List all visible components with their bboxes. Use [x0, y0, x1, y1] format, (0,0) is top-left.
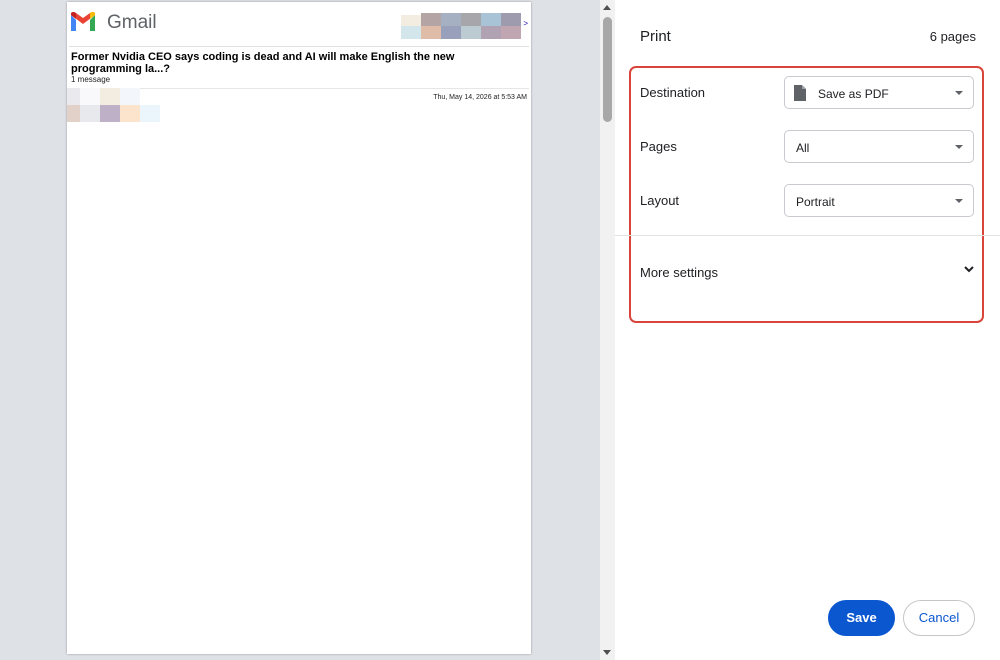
layout-select[interactable]: Portrait	[784, 184, 974, 217]
print-preview-area: Gmail > Former Nvidia CEO says coding is…	[0, 0, 600, 660]
settings-divider	[615, 235, 1000, 236]
scroll-thumb[interactable]	[603, 17, 612, 122]
header-arrow: >	[523, 19, 528, 28]
dropdown-caret-icon	[955, 91, 963, 95]
message-count: 1 message	[71, 75, 111, 84]
destination-label: Destination	[640, 85, 706, 100]
layout-value: Portrait	[796, 195, 835, 209]
cancel-button[interactable]: Cancel	[903, 600, 975, 636]
preview-page: Gmail > Former Nvidia CEO says coding is…	[67, 2, 531, 654]
gmail-logo-icon	[71, 12, 95, 31]
document-icon	[794, 85, 806, 101]
gmail-wordmark: Gmail	[107, 12, 157, 33]
dropdown-caret-icon	[955, 145, 963, 149]
page-count: 6 pages	[929, 29, 976, 44]
message-date: Thu, May 14, 2026 at 5:53 AM	[433, 94, 527, 101]
scroll-up-icon[interactable]	[603, 5, 611, 10]
destination-select[interactable]: Save as PDF	[784, 76, 974, 109]
preview-scrollbar[interactable]	[600, 0, 615, 660]
print-title: Print	[640, 28, 671, 45]
more-settings-toggle[interactable]: More settings	[640, 265, 718, 280]
header-divider	[69, 46, 529, 47]
scroll-down-icon[interactable]	[603, 650, 611, 655]
email-subject: Former Nvidia CEO says coding is dead an…	[71, 51, 455, 75]
chevron-down-icon[interactable]	[962, 262, 976, 276]
pages-label: Pages	[640, 139, 677, 154]
pages-select[interactable]: All	[784, 130, 974, 163]
print-settings-panel: Print 6 pages Destination Save as PDF Pa…	[615, 0, 1000, 660]
pages-value: All	[796, 141, 810, 155]
destination-value: Save as PDF	[818, 87, 889, 101]
dropdown-caret-icon	[955, 199, 963, 203]
save-button[interactable]: Save	[828, 600, 895, 636]
layout-label: Layout	[640, 193, 680, 208]
